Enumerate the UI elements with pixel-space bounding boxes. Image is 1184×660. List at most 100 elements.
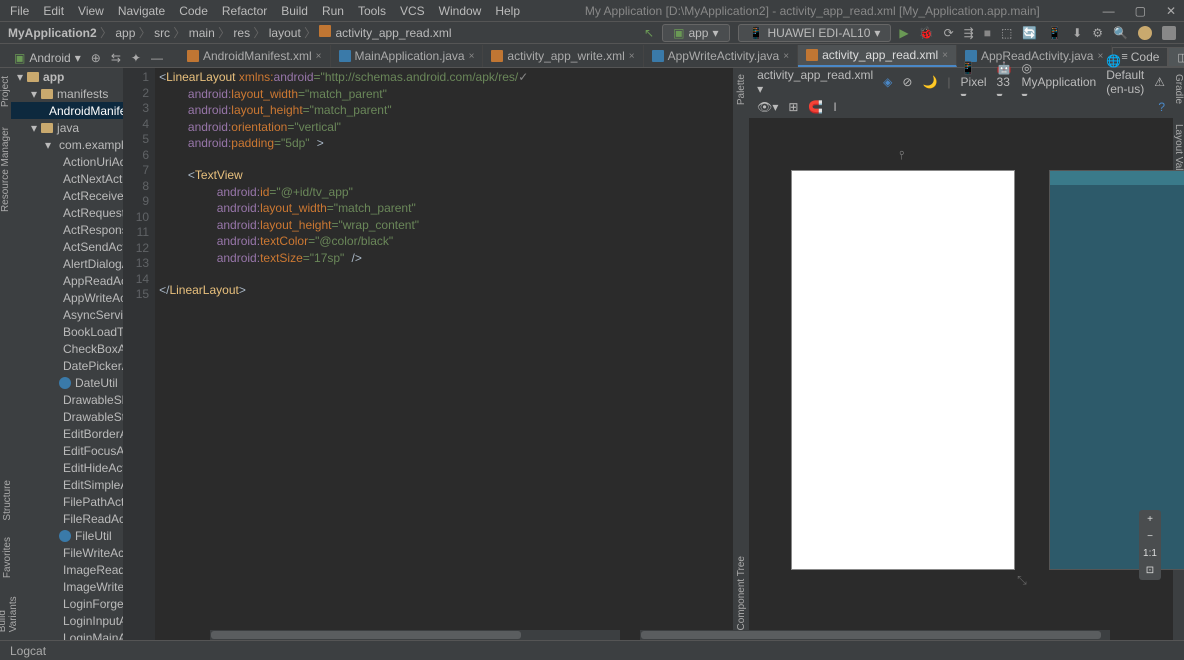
maximize-icon[interactable]: ▢: [1131, 4, 1150, 18]
tab-MainApplication.java[interactable]: MainApplication.java×: [331, 45, 484, 67]
design-surface-icon[interactable]: ◈: [883, 75, 892, 89]
menu-navigate[interactable]: Navigate: [112, 2, 171, 20]
tree-class-FileWriteActivity[interactable]: FileWriteActivity: [11, 544, 123, 561]
breadcrumb-item[interactable]: layout: [269, 26, 301, 40]
warnings-icon[interactable]: ⚠: [1154, 75, 1165, 89]
tree-class-FileReadActivity[interactable]: FileReadActivity: [11, 510, 123, 527]
breadcrumb-item[interactable]: res: [233, 26, 250, 40]
breadcrumb-item[interactable]: MyApplication2: [8, 26, 97, 40]
zoom-out-icon[interactable]: −: [1147, 531, 1153, 542]
zoom-in-icon[interactable]: +: [1147, 514, 1153, 525]
tool-structure[interactable]: Structure: [2, 480, 13, 521]
component-tree-tab[interactable]: Component Tree: [736, 556, 747, 631]
breadcrumb-item[interactable]: activity_app_read.xml: [335, 26, 451, 40]
close-icon[interactable]: ✕: [1162, 4, 1180, 18]
tree-manifests[interactable]: ▾ manifests: [11, 85, 123, 102]
collapse-icon[interactable]: ⇆: [111, 51, 121, 65]
tree-class-FileUtil[interactable]: FileUtil: [11, 527, 123, 544]
breadcrumb-item[interactable]: main: [189, 26, 215, 40]
device-selector[interactable]: 📱HUAWEI EDI-AL10▾: [738, 24, 892, 42]
layout-file-dd[interactable]: activity_app_read.xml ▾: [757, 68, 873, 96]
menu-refactor[interactable]: Refactor: [216, 2, 273, 20]
tree-class-AppWriteActivity[interactable]: AppWriteActivity: [11, 289, 123, 306]
tree-class-DatePickerActivity[interactable]: DatePickerActivity: [11, 357, 123, 374]
eye-icon[interactable]: 👁▾: [757, 100, 778, 114]
tree-class-LoginMainActivity[interactable]: LoginMainActivity: [11, 629, 123, 640]
zoom-fit-icon[interactable]: ⊡: [1146, 565, 1154, 576]
debug-icon[interactable]: 🐞: [919, 26, 934, 40]
menu-run[interactable]: Run: [316, 2, 350, 20]
tree-class-AlertDialogActivity[interactable]: AlertDialogActivity: [11, 255, 123, 272]
zoom-ratio[interactable]: 1:1: [1143, 548, 1157, 559]
tooltip-icon[interactable]: I: [833, 100, 836, 114]
tree-pkg[interactable]: ▾ com.example.myapplication: [11, 136, 123, 153]
night-icon[interactable]: 🌙: [922, 75, 937, 89]
menu-edit[interactable]: Edit: [37, 2, 70, 20]
tool-gradle[interactable]: Gradle: [1173, 74, 1184, 104]
tree-class-CheckBoxActivity[interactable]: CheckBoxActivity: [11, 340, 123, 357]
menu-vcs[interactable]: VCS: [394, 2, 431, 20]
tree-class-EditSimpleActivity[interactable]: EditSimpleActivity: [11, 476, 123, 493]
menu-help[interactable]: Help: [489, 2, 526, 20]
gear-icon[interactable]: ✦: [131, 51, 141, 65]
tree-class-DrawableStateActivity[interactable]: DrawableStateActivity: [11, 408, 123, 425]
info-icon[interactable]: ?: [1158, 100, 1165, 114]
select-opened-icon[interactable]: ⊕: [91, 51, 101, 65]
design-canvas[interactable]: ⫯ ⤡ ✋ + − 1:1 ⊡: [749, 118, 1173, 640]
tree-class-AsyncService[interactable]: AsyncService: [11, 306, 123, 323]
tree-class-ImageWriteActivity[interactable]: ImageWriteActivity: [11, 578, 123, 595]
tree-class-LoginForgetActivity[interactable]: LoginForgetActivity: [11, 595, 123, 612]
breadcrumb-item[interactable]: src: [154, 26, 170, 40]
menu-view[interactable]: View: [72, 2, 110, 20]
grid-icon[interactable]: ⊞: [788, 100, 798, 114]
profile-icon[interactable]: ⟳: [944, 26, 954, 40]
tree-class-EditFocusActivity[interactable]: EditFocusActivity: [11, 442, 123, 459]
tree-class-ActNextActivity[interactable]: ActNextActivity: [11, 170, 123, 187]
menu-build[interactable]: Build: [275, 2, 314, 20]
breadcrumb-item[interactable]: app: [115, 26, 135, 40]
tree-class-ImageReadActivity[interactable]: ImageReadActivity: [11, 561, 123, 578]
tree-class-ActResponseActivity[interactable]: ActResponseActivity: [11, 221, 123, 238]
tree-class-BookLoadTask[interactable]: BookLoadTask: [11, 323, 123, 340]
help-icon[interactable]: [1138, 26, 1152, 40]
view-split[interactable]: ◫ Split: [1168, 47, 1184, 67]
sync-icon[interactable]: 🔄: [1022, 26, 1037, 40]
tree-app[interactable]: ▾ app: [11, 68, 123, 85]
tree-java[interactable]: ▾ java: [11, 119, 123, 136]
blueprint-surface[interactable]: [1049, 170, 1184, 570]
menu-file[interactable]: File: [4, 2, 35, 20]
hide-icon[interactable]: —: [151, 51, 163, 65]
preview-surface[interactable]: [791, 170, 1015, 570]
stop-icon[interactable]: ■: [984, 26, 991, 40]
project-view-selector[interactable]: ▣Android▾: [14, 51, 81, 65]
run-icon[interactable]: ▶: [899, 26, 908, 40]
tree-class-ActSendActivity[interactable]: ActSendActivity: [11, 238, 123, 255]
minimize-icon[interactable]: —: [1099, 4, 1119, 18]
tab-activity_app_read.xml[interactable]: activity_app_read.xml×: [798, 45, 957, 67]
tree-class-AppReadActivity[interactable]: AppReadActivity: [11, 272, 123, 289]
menu-code[interactable]: Code: [173, 2, 214, 20]
attach-icon[interactable]: ⇶: [964, 26, 974, 40]
tool-build-variants[interactable]: Build Variants: [0, 594, 19, 632]
tab-AndroidManifest.xml[interactable]: AndroidManifest.xml×: [179, 45, 331, 67]
tree-class-ActRequestActivity[interactable]: ActRequestActivity: [11, 204, 123, 221]
menu-tools[interactable]: Tools: [352, 2, 392, 20]
tool-resource-manager[interactable]: Resource Manager: [0, 127, 11, 212]
tool-project[interactable]: Project: [0, 76, 11, 107]
tree-class-DrawableShapeActivity[interactable]: DrawableShapeActivity: [11, 391, 123, 408]
magnet-icon[interactable]: 🧲: [808, 100, 823, 114]
tree-class-EditHideActivity[interactable]: EditHideActivity: [11, 459, 123, 476]
code-editor[interactable]: <LinearLayout xmlns:android="http://sche…: [155, 68, 733, 640]
tree-class-ActionUriActivity[interactable]: ActionUriActivity: [11, 153, 123, 170]
tree-class-DateUtil[interactable]: DateUtil: [11, 374, 123, 391]
run-config-selector[interactable]: ▣app▾: [662, 24, 729, 42]
tree-class-FilePathActivity[interactable]: FilePathActivity: [11, 493, 123, 510]
tab-activity_app_write.xml[interactable]: activity_app_write.xml×: [483, 45, 643, 67]
design-scrollbar[interactable]: [640, 630, 1110, 640]
tab-AppWriteActivity.java[interactable]: AppWriteActivity.java×: [644, 45, 798, 67]
logcat-tab[interactable]: Logcat: [10, 644, 46, 658]
tree-class-LoginInputActivity[interactable]: LoginInputActivity: [11, 612, 123, 629]
settings-icon[interactable]: ⚙: [1092, 26, 1103, 40]
tool-favorites[interactable]: Favorites: [2, 537, 13, 578]
orientation-icon[interactable]: ⊘: [902, 75, 912, 89]
